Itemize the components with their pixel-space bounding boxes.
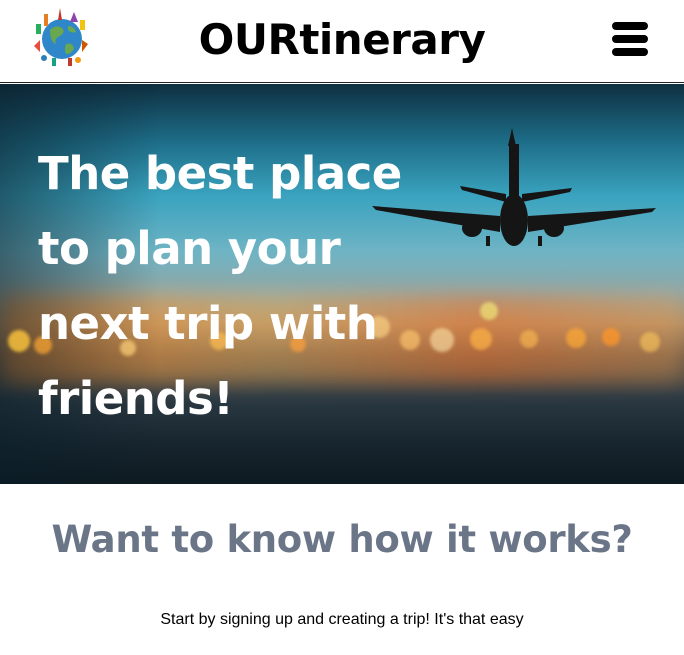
bokeh-light [480, 302, 498, 320]
bokeh-light [602, 328, 620, 346]
hero-headline-line: to plan your [38, 222, 341, 275]
hero-headline-line: friends! [38, 372, 234, 425]
bokeh-light [566, 328, 586, 348]
hero-headline-line: next trip with [38, 297, 378, 350]
bokeh-light [640, 332, 660, 352]
bokeh-light [470, 328, 492, 350]
bokeh-light [8, 330, 30, 352]
bokeh-light [430, 328, 454, 352]
site-header: OURtinerary [0, 0, 684, 83]
how-it-works-title: Want to know how it works? [51, 518, 633, 561]
brand-title[interactable]: OURtinerary [0, 15, 684, 64]
hero-headline: The best place to plan your next trip wi… [38, 136, 418, 436]
bokeh-light [520, 330, 538, 348]
how-it-works-text: Start by signing up and creating a trip!… [160, 611, 524, 628]
hero-banner: The best place to plan your next trip wi… [0, 84, 684, 484]
hero-headline-line: The best place [38, 147, 402, 200]
hamburger-menu-icon[interactable] [612, 22, 648, 56]
